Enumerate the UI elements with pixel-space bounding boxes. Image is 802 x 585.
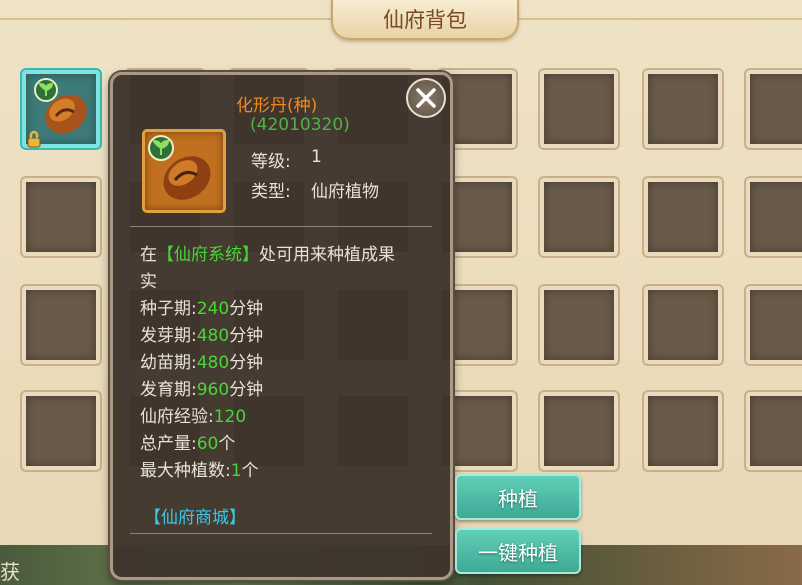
inventory-slot[interactable] <box>746 392 802 470</box>
stat-unit: 分钟 <box>229 326 264 346</box>
desc-link-system[interactable]: 【仙府系统】 <box>157 245 259 265</box>
inventory-slot[interactable] <box>746 286 802 364</box>
stat-value: 480 <box>196 326 230 346</box>
stat-unit: 分钟 <box>229 353 264 373</box>
stat-label: 总产量: <box>140 434 197 454</box>
item-description: 在【仙府系统】处可用来种植成果 <box>140 240 395 265</box>
desc-line2: 实 <box>140 272 157 292</box>
inventory-slot[interactable] <box>22 286 100 364</box>
stat-label: 种子期: <box>140 299 197 319</box>
inventory-slot[interactable] <box>746 178 802 256</box>
inventory-slot[interactable] <box>22 178 100 256</box>
stat-value: 1 <box>230 461 242 481</box>
stat-unit: 分钟 <box>229 380 264 400</box>
close-button[interactable] <box>406 78 446 118</box>
inventory-slot[interactable] <box>540 70 618 148</box>
stat-value: 480 <box>196 353 230 373</box>
item-type-value: 仙府植物 <box>311 182 379 202</box>
title-divider-left <box>0 18 331 20</box>
item-level-label: 等级: <box>251 152 291 172</box>
stat-row: 发芽期:480分钟 <box>140 321 263 346</box>
stat-value: 60 <box>196 434 219 454</box>
stat-row: 总产量:60个 <box>140 429 235 454</box>
inventory-slot[interactable] <box>644 392 722 470</box>
desc-prefix: 在 <box>140 245 157 265</box>
stat-unit: 分钟 <box>229 299 264 319</box>
divider-top <box>130 226 432 227</box>
stat-value: 240 <box>196 299 230 319</box>
stat-label: 发育期: <box>140 380 197 400</box>
desc-suffix: 处可用来种植成果 <box>259 245 395 265</box>
window-title: 仙府背包 <box>383 8 467 32</box>
stat-row: 最大种植数:1个 <box>140 456 259 481</box>
inventory-slot[interactable] <box>22 392 100 470</box>
divider-bottom <box>130 533 432 534</box>
inventory-slot[interactable] <box>746 70 802 148</box>
title-divider-right <box>515 18 802 20</box>
inventory-slot[interactable] <box>540 286 618 364</box>
item-name: 化形丹(种) <box>236 96 318 116</box>
stat-row: 幼苗期:480分钟 <box>140 348 263 373</box>
stat-row: 发育期:960分钟 <box>140 375 263 400</box>
stat-value: 960 <box>196 380 230 400</box>
stat-row: 种子期:240分钟 <box>140 294 263 319</box>
bottom-partial-text: 获 <box>0 560 20 584</box>
inventory-slot[interactable] <box>540 178 618 256</box>
window-title-banner: 仙府背包 <box>331 0 519 40</box>
inventory-slot[interactable] <box>644 286 722 364</box>
inventory-slot[interactable] <box>644 70 722 148</box>
plant-all-button[interactable]: 一键种植 <box>455 528 581 574</box>
stat-label: 最大种植数: <box>140 461 231 481</box>
item-icon-frame <box>142 129 226 213</box>
stat-row: 仙府经验:120 <box>140 402 246 427</box>
stat-label: 幼苗期: <box>140 353 197 373</box>
close-icon <box>416 88 436 108</box>
stat-label: 仙府经验: <box>140 407 214 427</box>
stat-label: 发芽期: <box>140 326 197 346</box>
inventory-slot[interactable] <box>644 178 722 256</box>
item-code: (42010320) <box>250 115 350 135</box>
plant-button[interactable]: 种植 <box>455 474 581 520</box>
stat-value: 120 <box>213 407 247 427</box>
item-type-label: 类型: <box>251 182 291 202</box>
shop-link[interactable]: 【仙府商城】 <box>144 503 246 528</box>
item-level-value: 1 <box>311 147 322 167</box>
stat-unit: 个 <box>241 461 259 481</box>
inventory-slot[interactable] <box>540 392 618 470</box>
seed-item-icon <box>148 135 211 200</box>
lock-icon <box>27 130 41 148</box>
stat-unit: 个 <box>218 434 236 454</box>
